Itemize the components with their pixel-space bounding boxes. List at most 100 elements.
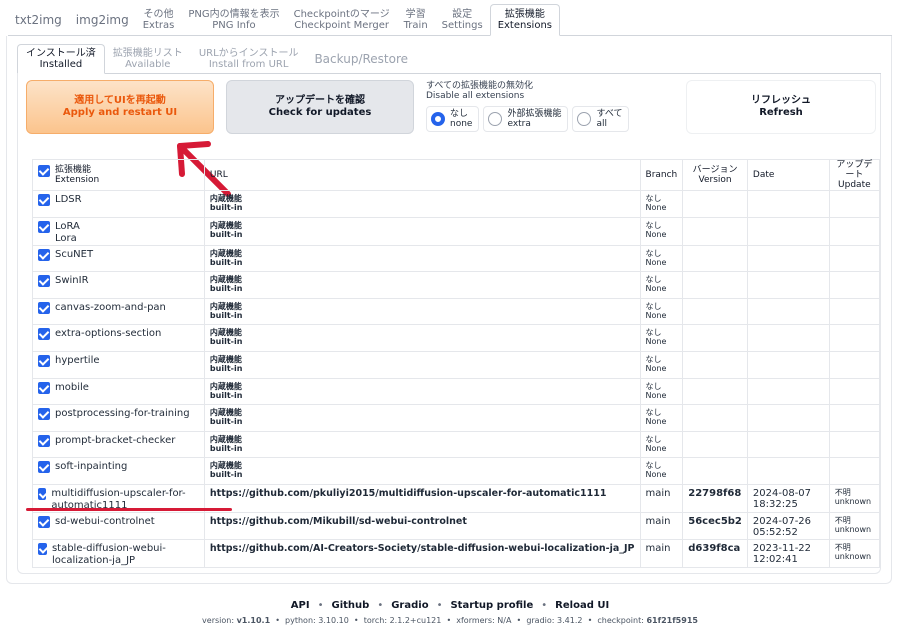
table-row: canvas-zoom-and-pan 内蔵機能 built-in なし None	[32, 297, 881, 326]
url-cell: 内蔵機能 built-in	[203, 404, 641, 432]
extension-url-link[interactable]: https://github.com/pkuliyi2015/multidiff…	[210, 488, 635, 499]
extension-name: ScuNET	[55, 248, 94, 260]
tab-install-from-url[interactable]: URLからインストール Install from URL	[191, 44, 307, 74]
refresh-button[interactable]: リフレッシュ Refresh	[686, 80, 876, 134]
date-cell	[746, 271, 830, 299]
update-cell	[828, 271, 881, 299]
footer-links: API • Github • Gradio • Startup profile • Re…	[0, 600, 900, 611]
extension-enabled-checkbox[interactable]	[38, 248, 50, 261]
footer-link-startup-profile[interactable]: Startup profile	[450, 600, 533, 611]
update-cell: 不明 unknown	[828, 483, 881, 513]
version-cell	[682, 457, 748, 485]
radio-dot-icon	[577, 112, 592, 126]
extension-name: postprocessing-for-training	[55, 408, 190, 420]
tab-train[interactable]: 学習 Train	[397, 4, 435, 36]
extension-cell: hypertile	[32, 350, 205, 379]
footer-link-github[interactable]: Github	[332, 600, 370, 611]
version-cell	[682, 350, 748, 379]
update-cell: 不明 unknown	[828, 511, 881, 540]
builtin-label: 内蔵機能	[209, 220, 242, 230]
update-status: 不明	[834, 542, 851, 552]
extension-enabled-checkbox[interactable]	[38, 301, 50, 314]
tab-backup-restore[interactable]: Backup/Restore	[306, 44, 416, 74]
extension-url-link[interactable]: https://github.com/AI-Creators-Society/s…	[210, 543, 635, 554]
builtin-label-en: built-in	[209, 257, 243, 267]
extension-alias: Lora	[55, 232, 77, 244]
builtin-label-en: built-in	[209, 284, 243, 294]
branch-cell: main	[639, 483, 684, 513]
branch-value: なし	[645, 434, 662, 444]
extension-enabled-checkbox[interactable]	[38, 275, 50, 288]
extension-name: LDSR	[55, 194, 82, 205]
branch-value-en: None	[645, 310, 667, 320]
footer-link-api[interactable]: API	[291, 600, 310, 611]
extension-enabled-checkbox[interactable]	[38, 542, 47, 555]
extension-url-link[interactable]: https://github.com/Mikubill/sd-webui-con…	[210, 516, 635, 527]
date-cell: 2023-11-22 12:02:41	[746, 538, 830, 568]
extension-name: canvas-zoom-and-pan	[55, 301, 166, 313]
version-cell	[682, 244, 748, 273]
extensions-table: 拡張機能 Extension URL Branch バージョン Version Da…	[32, 159, 881, 568]
branch-cell: main	[639, 538, 684, 568]
extension-enabled-checkbox[interactable]	[38, 354, 50, 367]
red-underline-annotation	[26, 508, 232, 511]
branch-value-en: None	[645, 337, 667, 347]
tab-installed[interactable]: インストール済 Installed	[17, 44, 105, 74]
extension-name: extra-options-section	[55, 328, 162, 340]
branch-cell: なし None	[639, 216, 684, 246]
table-row: sd-webui-controlnet https://github.com/Mi…	[32, 511, 881, 540]
extension-enabled-checkbox[interactable]	[38, 434, 50, 447]
url-cell: 内蔵機能 built-in	[203, 190, 641, 218]
tab-available[interactable]: 拡張機能リスト Available	[105, 44, 191, 74]
branch-cell: なし None	[639, 324, 684, 352]
update-cell: 不明 unknown	[828, 538, 881, 568]
branch-value: なし	[645, 408, 662, 418]
radio-all[interactable]: すべて all	[572, 106, 630, 132]
tab-settings[interactable]: 設定 Settings	[435, 4, 490, 36]
builtin-label-en: built-in	[209, 229, 243, 239]
radio-extra[interactable]: 外部拡張機能 extra	[483, 106, 569, 132]
url-cell: 内蔵機能 built-in	[203, 457, 641, 485]
footer-separator: •	[377, 600, 384, 611]
branch-cell: なし None	[639, 457, 684, 485]
header-extension[interactable]: 拡張機能 Extension	[32, 159, 205, 191]
check-for-updates-button[interactable]: アップデートを確認 Check for updates	[226, 80, 414, 134]
builtin-label: 内蔵機能	[209, 354, 242, 364]
extension-enabled-checkbox[interactable]	[38, 220, 50, 233]
extension-enabled-checkbox[interactable]	[38, 194, 50, 206]
top-tab-bar: txt2img img2img その他 Extras PNG内の情報を表示 PNG …	[8, 4, 560, 36]
table-row: stable-diffusion-webui-localization-ja_J…	[32, 538, 881, 568]
tab-png-info[interactable]: PNG内の情報を表示 PNG Info	[181, 4, 286, 36]
branch-cell: なし None	[639, 350, 684, 379]
table-row: prompt-bracket-checker 内蔵機能 built-in なし None	[32, 430, 881, 459]
extension-name: sd-webui-controlnet	[55, 515, 155, 527]
url-cell: 内蔵機能 built-in	[203, 297, 641, 326]
extension-cell: postprocessing-for-training	[32, 404, 205, 432]
tab-checkpoint-merger[interactable]: Checkpointのマージ Checkpoint Merger	[287, 4, 397, 36]
footer-link-gradio[interactable]: Gradio	[391, 600, 428, 611]
extension-enabled-checkbox[interactable]	[38, 381, 50, 394]
tab-extensions[interactable]: 拡張機能 Extensions	[489, 4, 560, 36]
tab-extras[interactable]: その他 Extras	[136, 4, 182, 36]
branch-value-en: None	[645, 363, 667, 373]
update-cell	[828, 216, 881, 246]
extension-enabled-checkbox[interactable]	[38, 408, 50, 421]
extension-enabled-checkbox[interactable]	[38, 515, 50, 528]
tab-txt2img[interactable]: txt2img	[8, 4, 69, 36]
builtin-label: 内蔵機能	[209, 328, 242, 338]
url-cell: https://github.com/AI-Creators-Society/s…	[203, 538, 641, 568]
date-cell	[746, 216, 830, 246]
tab-img2img[interactable]: img2img	[69, 4, 136, 36]
builtin-label: 内蔵機能	[209, 461, 242, 471]
extension-enabled-checkbox[interactable]	[38, 487, 47, 500]
radio-none[interactable]: なし none	[426, 106, 480, 132]
date-cell	[746, 190, 830, 218]
version-cell: 56cec5b2	[682, 511, 748, 540]
version-cell	[682, 430, 748, 459]
extension-enabled-checkbox[interactable]	[38, 328, 50, 341]
apply-and-restart-button[interactable]: 適用してUIを再起動 Apply and restart UI	[26, 80, 214, 134]
update-status: 不明	[834, 487, 851, 497]
select-all-checkbox[interactable]	[38, 165, 50, 177]
extension-enabled-checkbox[interactable]	[38, 461, 50, 474]
footer-link-reload-ui[interactable]: Reload UI	[555, 600, 609, 611]
